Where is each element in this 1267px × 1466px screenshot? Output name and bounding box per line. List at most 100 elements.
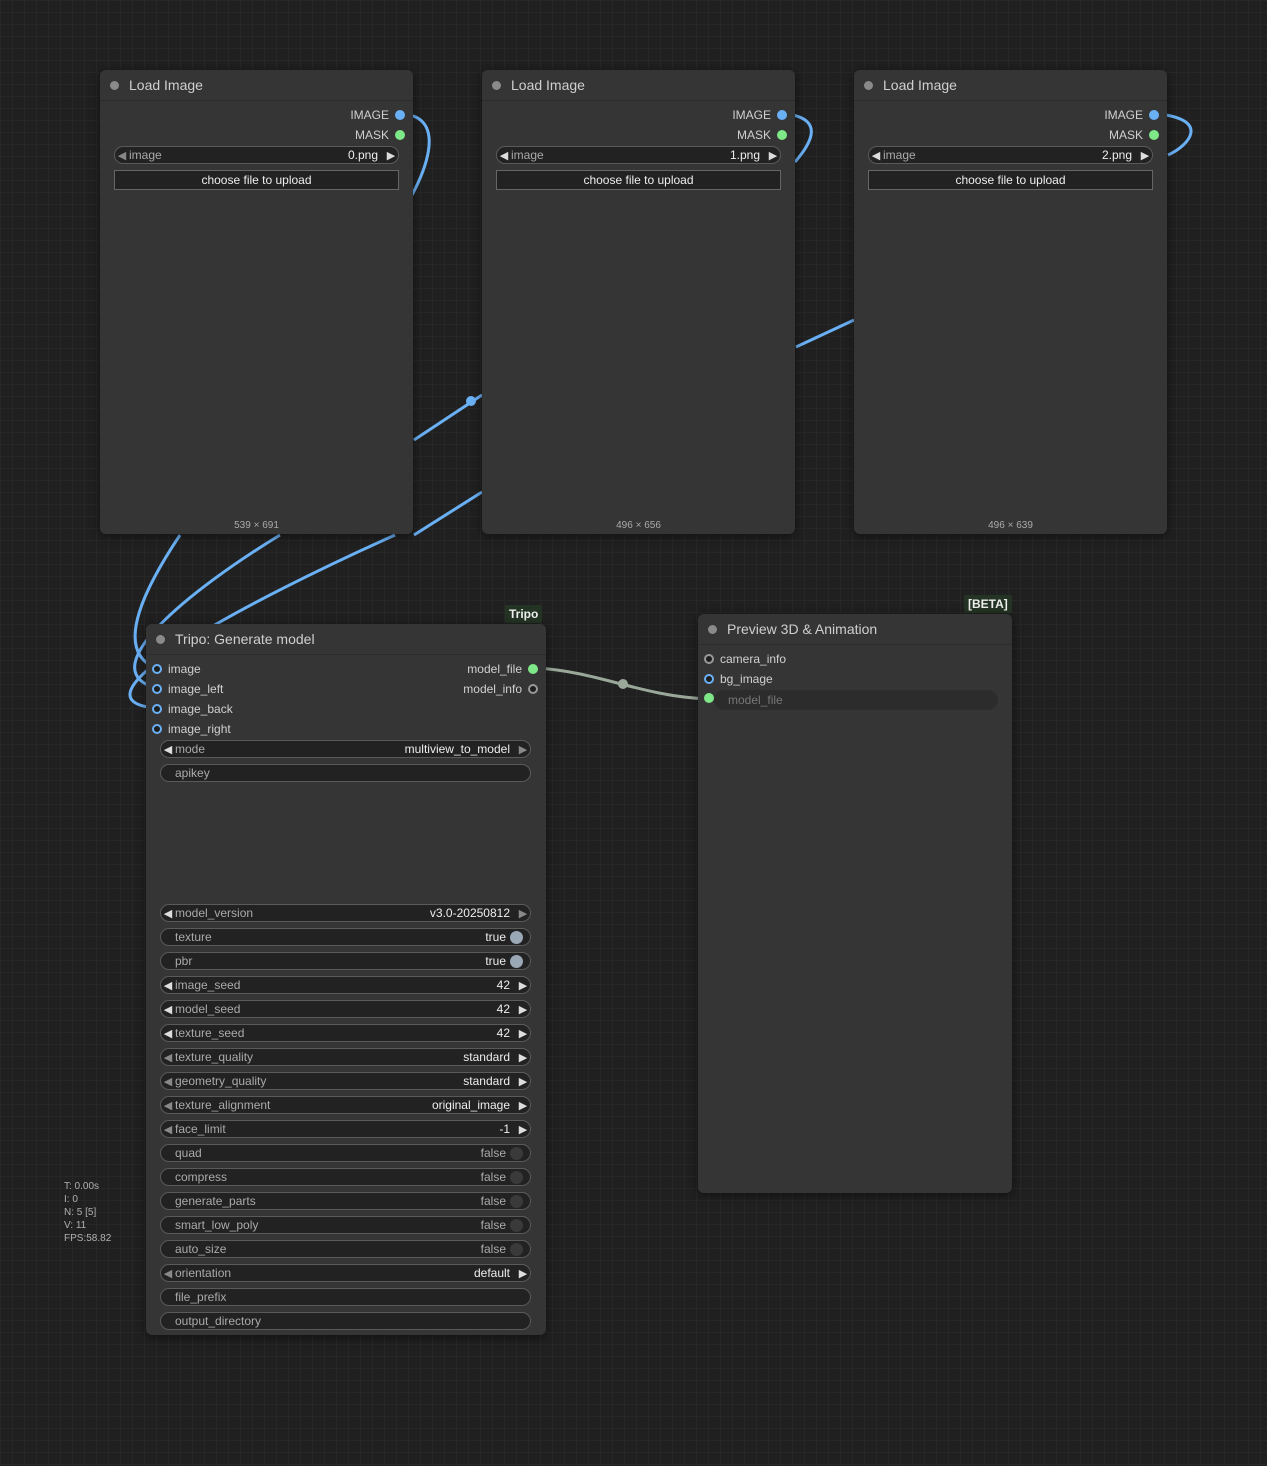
image-select[interactable]: ◀ image 2.png ▶ — [868, 146, 1153, 164]
mode-select[interactable]: ◀ mode multiview_to_model ▶ — [160, 740, 531, 758]
output-dot-icon[interactable] — [395, 110, 405, 120]
apikey-input[interactable]: apikey — [160, 764, 531, 782]
arrow-left-icon[interactable]: ◀ — [161, 1123, 175, 1136]
image-select[interactable]: ◀ image 1.png ▶ — [496, 146, 781, 164]
model-file-input[interactable]: model_file — [714, 690, 998, 710]
input-camera-info[interactable]: camera_info — [704, 652, 786, 666]
input-dot-icon[interactable] — [704, 654, 714, 664]
arrow-right-icon[interactable]: ▶ — [516, 1003, 530, 1016]
arrow-left-icon[interactable]: ◀ — [161, 1267, 175, 1280]
arrow-left-icon[interactable]: ◀ — [161, 979, 175, 992]
toggle-off-icon[interactable] — [510, 1194, 523, 1208]
node-title-bar[interactable]: Load Image — [854, 70, 1167, 101]
texture-alignment-select[interactable]: ◀ texture_alignment original_image ▶ — [160, 1096, 531, 1114]
link-midpoint[interactable] — [466, 396, 476, 406]
load-image-node-3[interactable]: Load Image IMAGE MASK ◀ image 2.png ▶ choos… — [854, 70, 1167, 534]
arrow-right-icon[interactable]: ▶ — [516, 1099, 530, 1112]
image-seed-stepper[interactable]: ◀ image_seed 42 ▶ — [160, 976, 531, 994]
arrow-left-icon[interactable]: ◀ — [161, 1099, 175, 1112]
arrow-right-icon[interactable]: ▶ — [766, 149, 780, 162]
file-prefix-input[interactable]: file_prefix — [160, 1288, 531, 1306]
load-image-node-2[interactable]: Load Image IMAGE MASK ◀ image 1.png ▶ choos… — [482, 70, 795, 534]
node-title-bar[interactable]: Load Image — [482, 70, 795, 101]
output-image[interactable]: IMAGE — [350, 108, 405, 122]
arrow-right-icon[interactable]: ▶ — [384, 149, 398, 162]
output-mask[interactable]: MASK — [355, 128, 405, 142]
arrow-right-icon[interactable]: ▶ — [516, 1027, 530, 1040]
node-title-bar[interactable]: Load Image — [100, 70, 413, 101]
collapse-dot-icon[interactable] — [110, 80, 119, 90]
output-dot-icon[interactable] — [777, 110, 787, 120]
texture-quality-select[interactable]: ◀ texture_quality standard ▶ — [160, 1048, 531, 1066]
input-image[interactable]: image — [152, 662, 201, 676]
toggle-off-icon[interactable] — [510, 1170, 523, 1184]
node-title-bar[interactable]: Tripo: Generate model — [146, 624, 546, 655]
output-model-info[interactable]: model_info — [463, 682, 538, 696]
arrow-right-icon[interactable]: ▶ — [516, 1051, 530, 1064]
load-image-node-1[interactable]: Load Image IMAGE MASK ◀ image 0.png ▶ choos… — [100, 70, 413, 534]
output-image[interactable]: IMAGE — [732, 108, 787, 122]
arrow-left-icon[interactable]: ◀ — [161, 907, 175, 920]
arrow-right-icon[interactable]: ▶ — [516, 1123, 530, 1136]
arrow-right-icon[interactable]: ▶ — [516, 907, 530, 920]
collapse-dot-icon[interactable] — [492, 80, 501, 90]
output-directory-input[interactable]: output_directory — [160, 1312, 531, 1330]
upload-button[interactable]: choose file to upload — [868, 170, 1153, 190]
upload-button[interactable]: choose file to upload — [496, 170, 781, 190]
input-image-back[interactable]: image_back — [152, 702, 233, 716]
arrow-right-icon[interactable]: ▶ — [516, 1267, 530, 1280]
input-bg-image[interactable]: bg_image — [704, 672, 773, 686]
arrow-right-icon[interactable]: ▶ — [516, 743, 530, 756]
input-dot-icon[interactable] — [704, 674, 714, 684]
arrow-left-icon[interactable]: ◀ — [161, 1003, 175, 1016]
output-dot-icon[interactable] — [395, 130, 405, 140]
arrow-right-icon[interactable]: ▶ — [516, 1075, 530, 1088]
input-dot-icon[interactable] — [152, 684, 162, 694]
tripo-generate-node[interactable]: Tripo: Generate model image image_left i… — [146, 624, 546, 1335]
image-select[interactable]: ◀ image 0.png ▶ — [114, 146, 399, 164]
compress-toggle[interactable]: compress false — [160, 1168, 531, 1186]
arrow-left-icon[interactable]: ◀ — [497, 149, 511, 162]
output-dot-icon[interactable] — [528, 684, 538, 694]
input-dot-icon[interactable] — [152, 704, 162, 714]
collapse-dot-icon[interactable] — [156, 634, 165, 644]
output-image[interactable]: IMAGE — [1104, 108, 1159, 122]
orientation-select[interactable]: ◀ orientation default ▶ — [160, 1264, 531, 1282]
output-model-file[interactable]: model_file — [467, 662, 538, 676]
arrow-left-icon[interactable]: ◀ — [161, 1075, 175, 1088]
output-dot-icon[interactable] — [777, 130, 787, 140]
toggle-off-icon[interactable] — [510, 1146, 523, 1160]
output-mask[interactable]: MASK — [1109, 128, 1159, 142]
toggle-on-icon[interactable] — [510, 954, 523, 968]
arrow-left-icon[interactable]: ◀ — [161, 1051, 175, 1064]
arrow-left-icon[interactable]: ◀ — [161, 743, 175, 756]
toggle-on-icon[interactable] — [510, 930, 523, 944]
texture-seed-stepper[interactable]: ◀ texture_seed 42 ▶ — [160, 1024, 531, 1042]
arrow-right-icon[interactable]: ▶ — [1138, 149, 1152, 162]
model-version-select[interactable]: ◀ model_version v3.0-20250812 ▶ — [160, 904, 531, 922]
toggle-off-icon[interactable] — [510, 1218, 523, 1232]
auto-size-toggle[interactable]: auto_size false — [160, 1240, 531, 1258]
arrow-left-icon[interactable]: ◀ — [115, 149, 129, 162]
input-dot-icon[interactable] — [152, 664, 162, 674]
output-dot-icon[interactable] — [528, 664, 538, 674]
collapse-dot-icon[interactable] — [708, 624, 717, 634]
output-dot-icon[interactable] — [1149, 130, 1159, 140]
input-dot-icon[interactable] — [704, 693, 714, 703]
input-image-right[interactable]: image_right — [152, 722, 231, 736]
quad-toggle[interactable]: quad false — [160, 1144, 531, 1162]
output-dot-icon[interactable] — [1149, 110, 1159, 120]
toggle-off-icon[interactable] — [510, 1242, 523, 1256]
input-image-left[interactable]: image_left — [152, 682, 223, 696]
texture-toggle[interactable]: texture true — [160, 928, 531, 946]
link-model-midpoint[interactable] — [618, 679, 628, 689]
node-title-bar[interactable]: Preview 3D & Animation — [698, 614, 1012, 645]
pbr-toggle[interactable]: pbr true — [160, 952, 531, 970]
smart-low-poly-toggle[interactable]: smart_low_poly false — [160, 1216, 531, 1234]
model-seed-stepper[interactable]: ◀ model_seed 42 ▶ — [160, 1000, 531, 1018]
collapse-dot-icon[interactable] — [864, 80, 873, 90]
arrow-left-icon[interactable]: ◀ — [161, 1027, 175, 1040]
input-dot-icon[interactable] — [152, 724, 162, 734]
upload-button[interactable]: choose file to upload — [114, 170, 399, 190]
generate-parts-toggle[interactable]: generate_parts false — [160, 1192, 531, 1210]
